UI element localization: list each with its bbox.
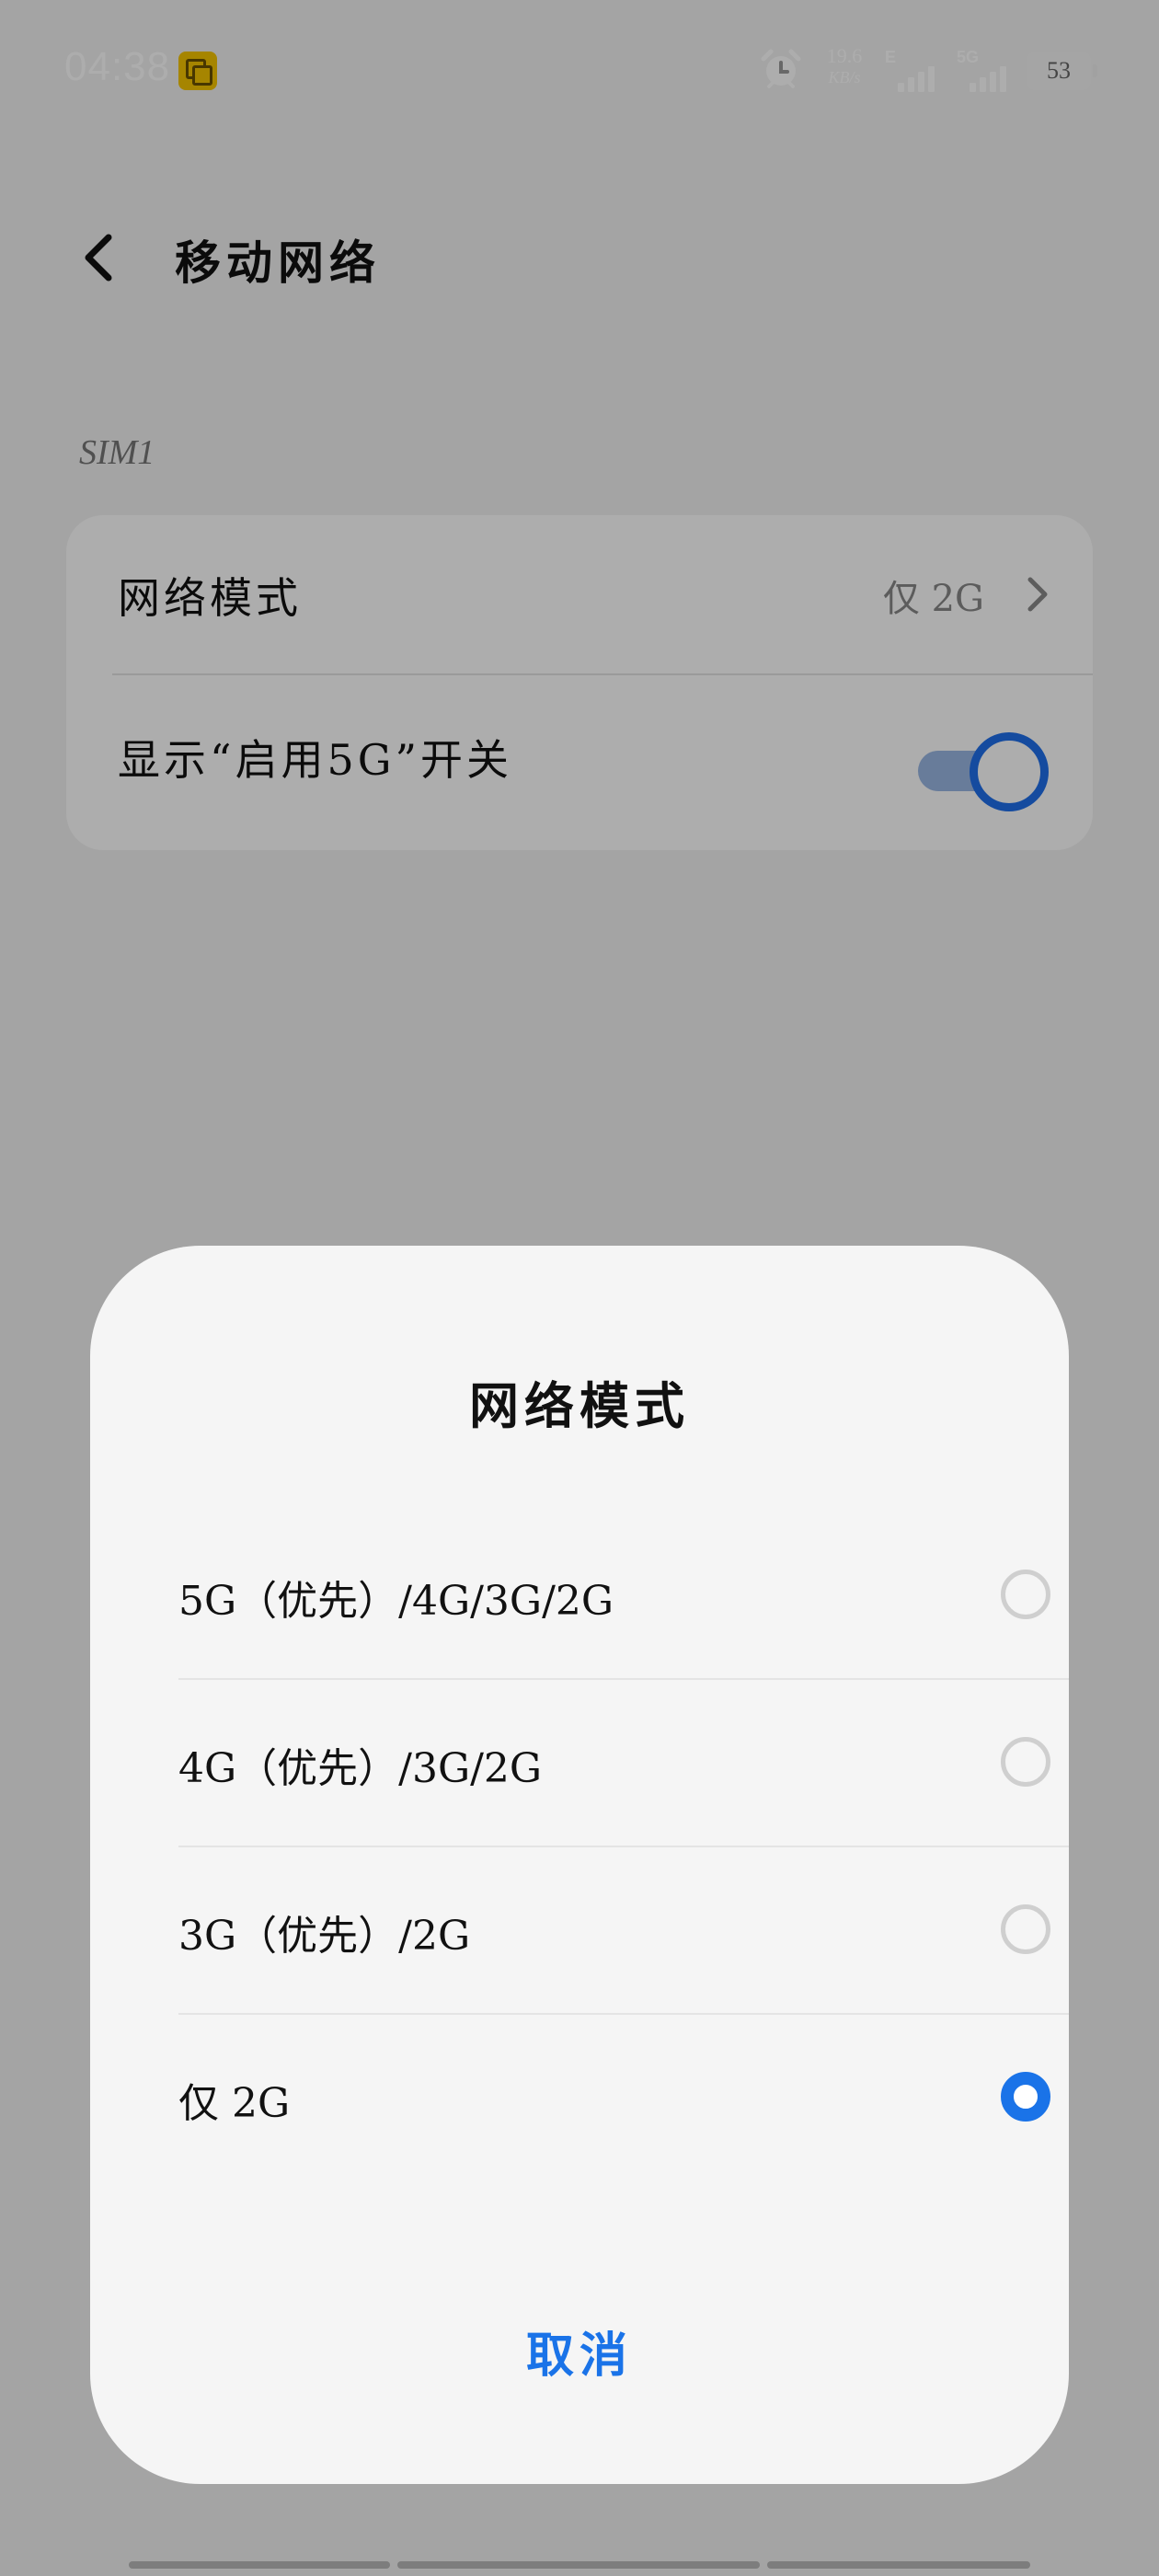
gesture-bar-right bbox=[767, 2561, 1030, 2569]
option-label: 4G（优先）/3G/2G bbox=[178, 1745, 543, 1792]
radio-button[interactable] bbox=[1001, 1904, 1050, 1954]
radio-button[interactable] bbox=[1001, 1570, 1050, 1619]
dialog-title: 网络模式 bbox=[469, 1376, 690, 1435]
option-label: 仅 2G bbox=[178, 2080, 291, 2127]
gesture-bar-center[interactable] bbox=[397, 2561, 760, 2569]
option-5g-preferred[interactable]: 5G（优先）/4G/3G/2G bbox=[178, 1512, 1069, 1680]
radio-button[interactable] bbox=[1001, 1737, 1050, 1787]
option-3g-preferred[interactable]: 3G（优先）/2G bbox=[178, 1847, 1069, 2015]
gesture-bar-left bbox=[129, 2561, 390, 2569]
option-4g-preferred[interactable]: 4G（优先）/3G/2G bbox=[178, 1680, 1069, 1847]
network-mode-dialog: 网络模式 5G（优先）/4G/3G/2G 4G（优先）/3G/2G 3G（优先）… bbox=[90, 1246, 1069, 2484]
option-label: 5G（优先）/4G/3G/2G bbox=[178, 1578, 614, 1625]
option-label: 3G（优先）/2G bbox=[178, 1913, 471, 1960]
option-2g-only[interactable]: 仅 2G bbox=[178, 2015, 1069, 2180]
radio-button-selected[interactable] bbox=[1001, 2072, 1050, 2122]
cancel-button[interactable]: 取消 bbox=[442, 2317, 717, 2386]
